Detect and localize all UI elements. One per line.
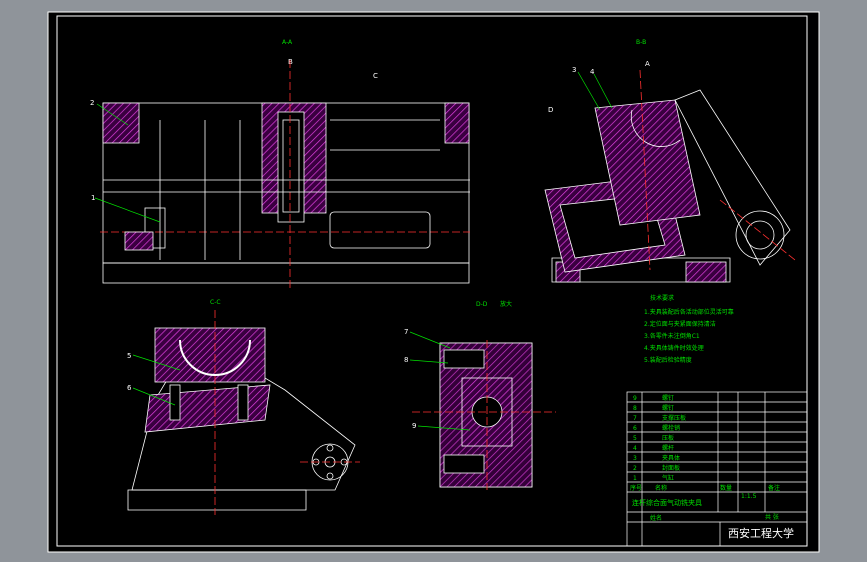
school-name: 西安工程大学 (728, 526, 794, 540)
callout-5: 5 (127, 352, 131, 360)
view-bb-label: B-B (636, 39, 646, 46)
mark-a-label: A (645, 60, 650, 68)
bom-row-name: 夹具体 (662, 454, 680, 462)
drawing-title: 连杆综合面气动铣夹具 (632, 498, 702, 507)
bom-header-name: 名称 (655, 484, 667, 492)
bom-row-name: 气缸 (662, 474, 674, 482)
mark-d-label: D (548, 106, 553, 114)
callout-8: 8 (404, 356, 408, 364)
bom-row-name: 封面板 (662, 464, 680, 472)
bom-header-note: 备注 (768, 484, 780, 492)
bom-row-no: 5 (633, 435, 637, 442)
view-aa-label: A-A (282, 39, 293, 46)
mark-c-label: C (373, 72, 378, 80)
bom-row-name: 螺钉 (662, 394, 674, 402)
note-4: 4.夹具体铸件时效处理 (644, 344, 704, 352)
view-cc-label: C-C (210, 299, 221, 306)
bom-row-no: 2 (633, 465, 637, 472)
bom-header-no: 序号 (630, 484, 642, 492)
view-dd-label: D-D (476, 301, 488, 308)
bom-row-no: 1 (633, 475, 637, 482)
bom-row-name: 压板 (662, 434, 674, 442)
note-3: 3.各零件未注倒角C1 (644, 332, 700, 340)
view-dd-scale: 放大 (500, 300, 512, 308)
callout-4: 4 (590, 68, 595, 76)
callout-2: 2 (90, 99, 94, 107)
bom-row-no: 8 (633, 405, 637, 412)
bom-row-name: 螺钉 (662, 404, 674, 412)
bom-row-name: 螺杆 (662, 444, 674, 452)
mark-b-label: B (288, 58, 293, 66)
bom-row-no: 4 (633, 445, 637, 452)
bom-row-name: 螺栓销 (662, 424, 680, 432)
note-2: 2.定位面与夹紧面保持清洁 (644, 320, 716, 328)
callout-9: 9 (412, 422, 416, 430)
callout-7: 7 (404, 328, 408, 336)
note-0: 技术要求 (650, 294, 674, 302)
designer-label: 姓名 (650, 514, 662, 522)
bom-row-no: 6 (633, 425, 637, 432)
callout-6: 6 (127, 384, 132, 392)
bom-row-no: 3 (633, 455, 637, 462)
callout-1: 1 (91, 194, 95, 202)
bom-header-qty: 数量 (720, 484, 732, 492)
bom-row-name: 支撑压板 (662, 414, 686, 422)
cad-drawing-sheet: A-A B C B-B A D C-C D-D 放大 1 2 3 4 5 6 7… (47, 11, 820, 553)
sheet-count: 共 张 (765, 513, 779, 521)
bom-row-no: 9 (633, 395, 637, 402)
drawing-scale: 1:1.5 (741, 493, 757, 500)
bom-row-no: 7 (633, 415, 637, 422)
note-5: 5.装配后检验精度 (644, 356, 692, 364)
callout-3: 3 (572, 66, 576, 74)
note-1: 1.夹具装配后各活动部位灵活可靠 (644, 308, 734, 316)
